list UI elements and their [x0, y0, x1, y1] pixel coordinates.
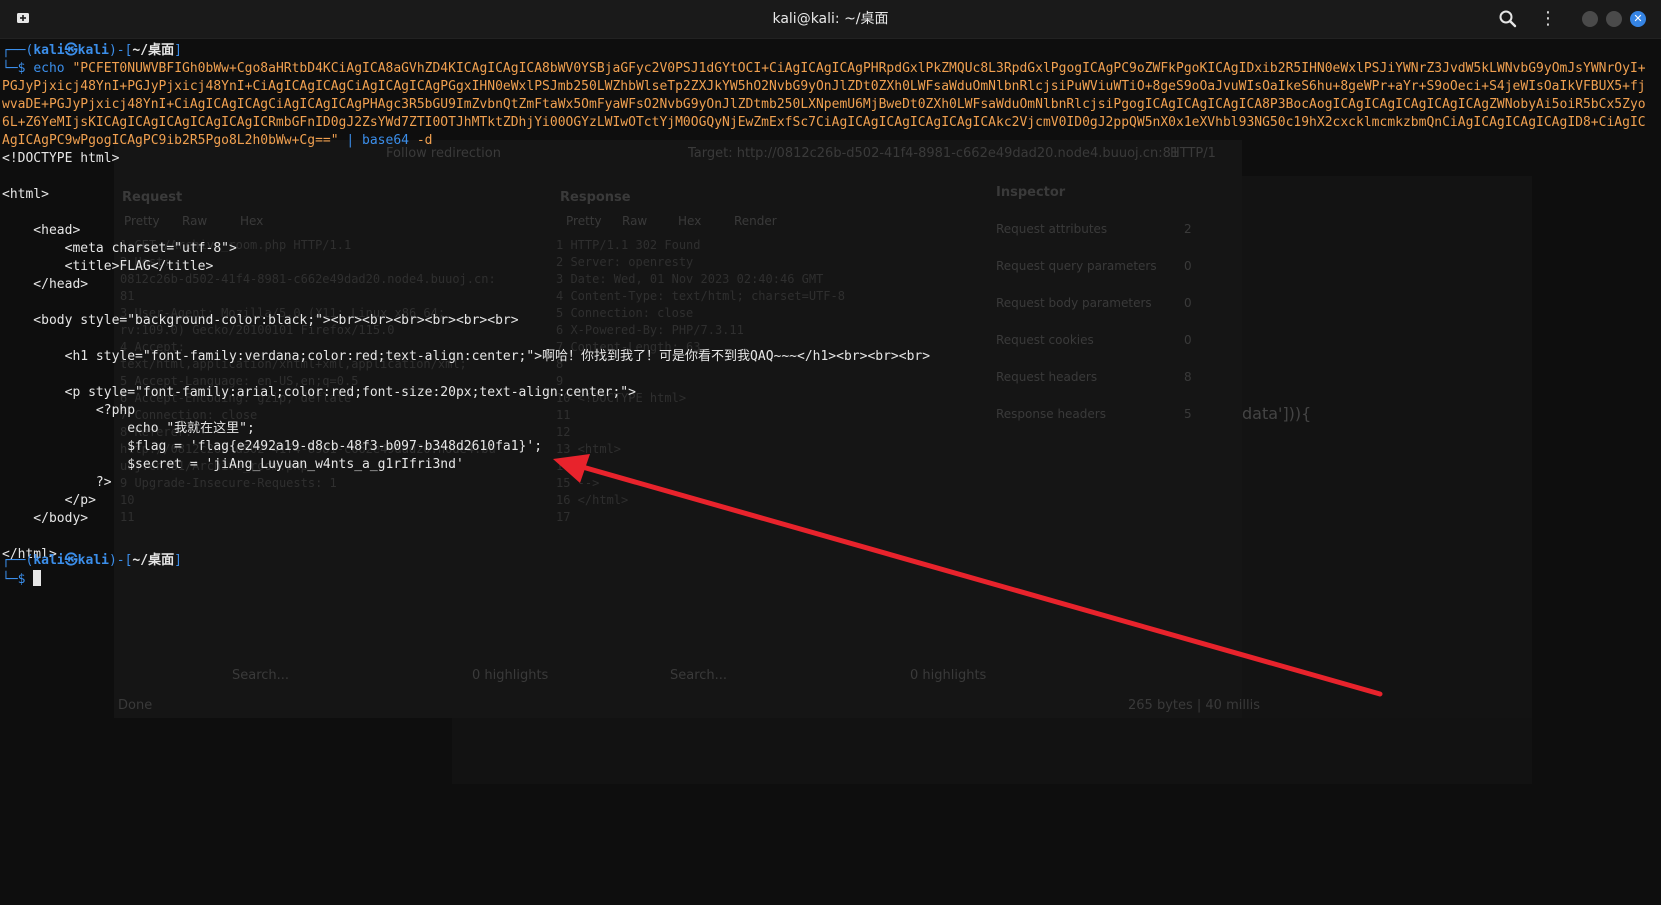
prompt-prefix: └─$ — [2, 61, 34, 76]
command-argument: "PCFET0NUWVBFIGh0bWw+Cgo8aHRtbD4KCiAgICA… — [2, 61, 1646, 148]
output-line: <body style="background-color:black;"><b… — [2, 313, 519, 328]
output-line: <html> — [2, 187, 49, 202]
command-flag: -d — [416, 133, 433, 148]
output-line: <h1 style="font-family:verdana;color:red… — [2, 349, 931, 364]
close-button[interactable]: ✕ — [1630, 11, 1646, 27]
prompt-close: ] — [174, 553, 182, 568]
command-base64: base64 — [362, 133, 409, 148]
prompt-open: ┌──( — [2, 553, 34, 568]
maximize-button[interactable] — [1606, 11, 1622, 27]
prompt-mid: )-[ — [108, 553, 133, 568]
terminal-content[interactable]: ┌──(kali㉿kali)-[~/桌面] └─$ echo "PCFET0NU… — [0, 42, 1661, 902]
terminal-window: Follow redirection Target: http://0812c2… — [0, 0, 1661, 905]
prompt-line-2: ┌──(kali㉿kali)-[~/桌面] — [2, 552, 182, 570]
terminal-cursor — [33, 570, 42, 586]
output-line: $flag = 'flag{e2492a19-d8cb-48f3-b097-b3… — [2, 439, 543, 454]
output-line: $secret = 'jiAng_Luyuan_w4nts_a_g1rIfri3… — [2, 457, 464, 472]
prompt-close: ] — [174, 43, 182, 58]
window-title: kali@kali: ~/桌面 — [772, 11, 889, 27]
prompt-line-1: ┌──(kali㉿kali)-[~/桌面] — [2, 42, 182, 60]
output-line: <p style="font-family:arial;color:red;fo… — [2, 385, 636, 400]
output-line: <head> — [2, 223, 81, 238]
prompt-prefix: └─$ — [2, 572, 34, 587]
prompt-line-2b: └─$ — [2, 570, 42, 589]
prompt-dir: ~/桌面 — [132, 43, 175, 58]
output-line: <?php — [2, 403, 136, 418]
output-line: </p> — [2, 493, 96, 508]
search-icon[interactable] — [1498, 9, 1518, 29]
prompt-mid: )-[ — [108, 43, 133, 58]
kebab-menu-icon[interactable]: ⋮ — [1538, 9, 1558, 29]
prompt-dir: ~/桌面 — [132, 553, 175, 568]
output-line: echo "我就在这里"; — [2, 421, 255, 436]
command-line: └─$ echo "PCFET0NUWVBFIGh0bWw+Cgo8aHRtbD… — [2, 60, 1652, 150]
output-line: <meta charset="utf-8"> — [2, 241, 237, 256]
command-echo: echo — [33, 61, 65, 76]
command-pipe: | — [346, 133, 355, 148]
output-line: </head> — [2, 277, 89, 292]
output-line: </body> — [2, 511, 89, 526]
prompt-user: kali㉿kali — [33, 43, 109, 58]
minimize-button[interactable] — [1582, 11, 1598, 27]
output-line: ?> — [2, 475, 112, 490]
output-line: <!DOCTYPE html> — [2, 151, 120, 166]
prompt-open: ┌──( — [2, 43, 34, 58]
prompt-user: kali㉿kali — [33, 553, 109, 568]
output-line: <title>FLAG</title> — [2, 259, 214, 274]
title-bar: kali@kali: ~/桌面 ⋮ ✕ — [0, 0, 1661, 39]
